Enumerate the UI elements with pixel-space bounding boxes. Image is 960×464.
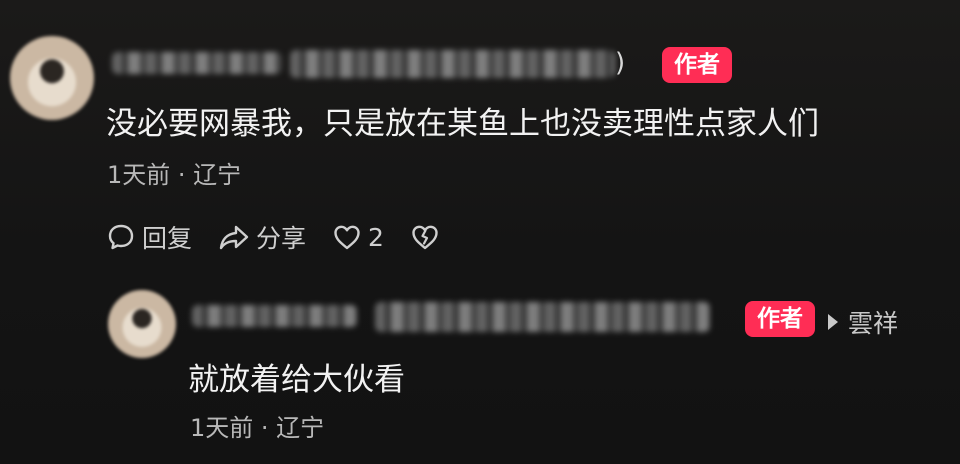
share-label: 分享 — [256, 224, 307, 253]
comment-meta: 1天前 · 辽宁 — [107, 161, 242, 189]
reply-author-badge: 作者 — [745, 301, 815, 337]
reply-meta: 1天前 · 辽宁 — [190, 414, 325, 442]
heart-icon — [334, 225, 360, 250]
like-button[interactable]: 2 — [332, 222, 384, 252]
blurred-username[interactable] — [112, 52, 282, 74]
commenter-avatar[interactable] — [10, 36, 94, 120]
reply-label: 回复 — [142, 224, 193, 253]
author-badge: 作者 — [662, 47, 732, 83]
reply-button[interactable]: 回复 — [106, 219, 192, 255]
reply-text[interactable]: 就放着给大伙看 — [188, 360, 405, 400]
comment-thread: ) 作者 没必要网暴我，只是放在某鱼上也没卖理性点家人们 1天前 · 辽宁 回复… — [0, 0, 960, 464]
dislike-button[interactable] — [410, 222, 440, 252]
share-arrow-icon — [219, 225, 249, 250]
blurred-reply-username[interactable] — [192, 305, 357, 327]
triangle-right-icon — [828, 314, 838, 330]
comment-text[interactable]: 没必要网暴我，只是放在某鱼上也没卖理性点家人们 — [106, 104, 819, 144]
like-count: 2 — [368, 222, 384, 252]
share-button[interactable]: 分享 — [218, 219, 306, 255]
reply-avatar[interactable] — [108, 290, 176, 358]
reply-to-name[interactable]: 雲祥 — [848, 304, 898, 340]
username-closing-paren: ) — [615, 48, 626, 78]
broken-heart-icon — [412, 225, 438, 250]
comment-actions: 回复 分享 2 — [106, 219, 466, 255]
blurred-username-suffix — [290, 50, 615, 78]
blurred-reply-username-suffix — [375, 302, 710, 332]
reply-to[interactable]: 雲祥 — [828, 304, 898, 340]
chat-bubble-icon — [108, 224, 134, 250]
